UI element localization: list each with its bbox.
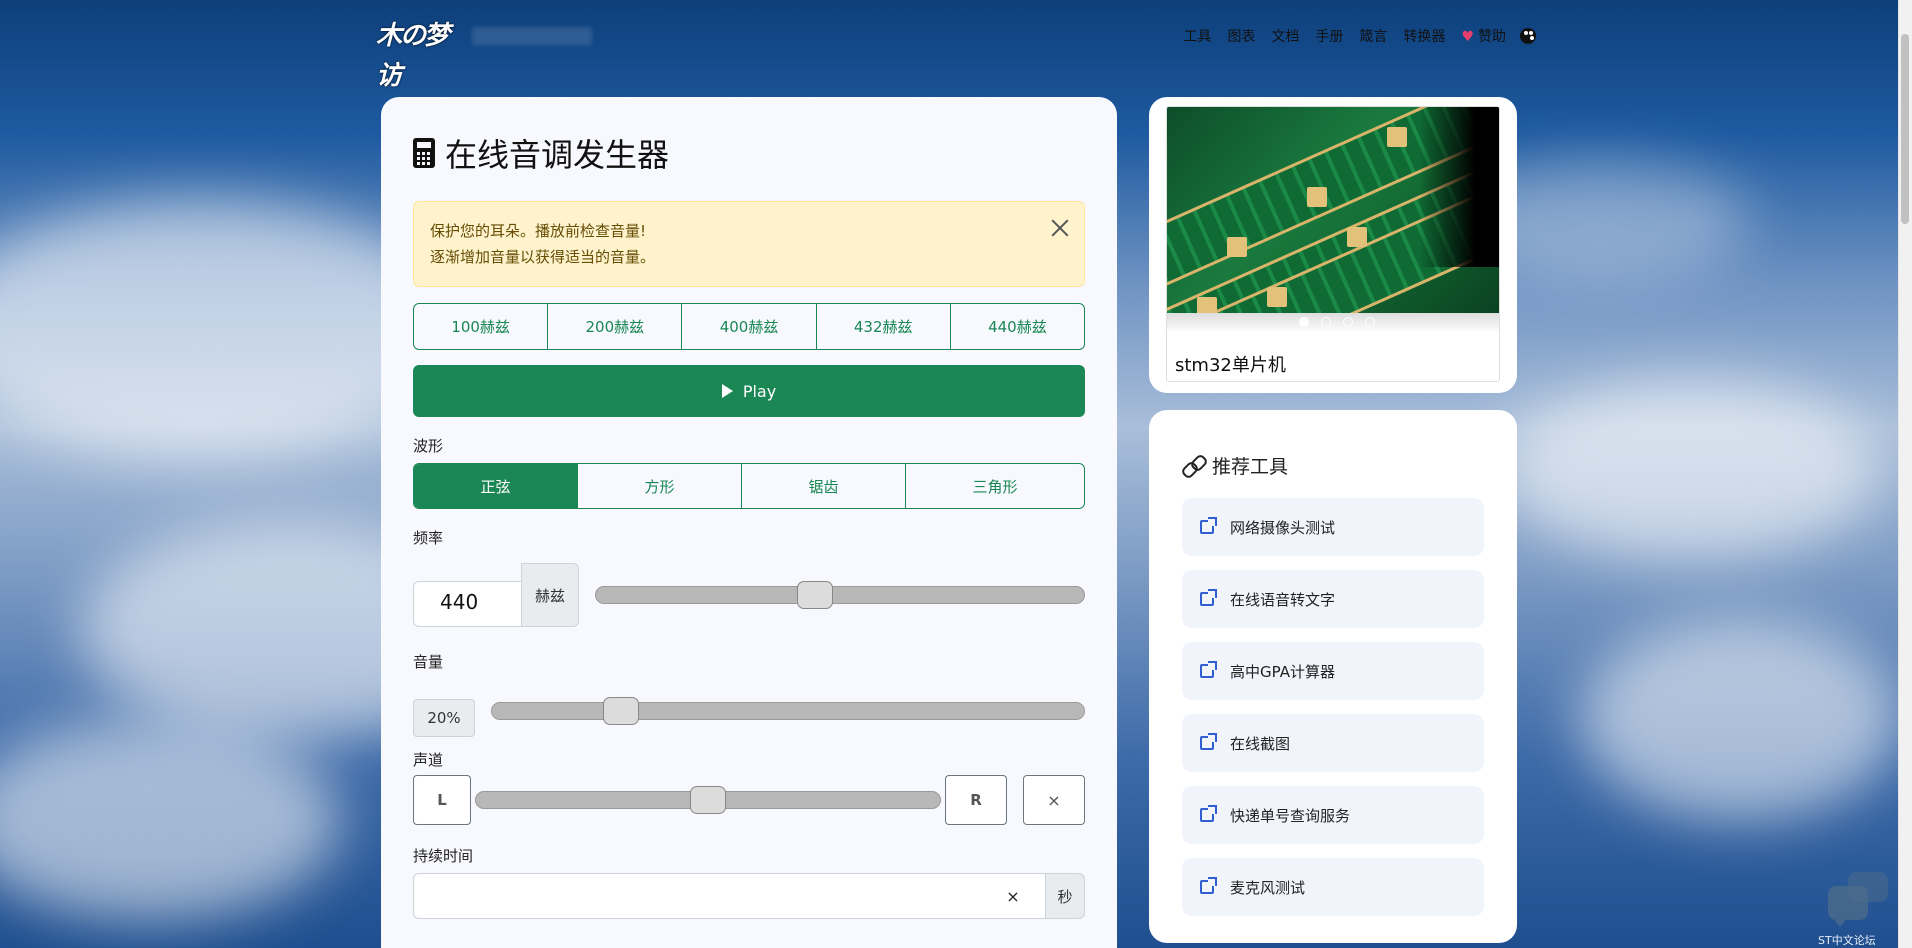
link-icon (1182, 454, 1204, 476)
page-scrollbar[interactable] (1898, 0, 1912, 948)
nav-link-sponsor-label: 赞助 (1478, 29, 1506, 45)
carousel-dot-2[interactable] (1321, 317, 1331, 327)
waveform-triangle-button[interactable]: 三角形 (906, 464, 1084, 508)
waveform-square-button[interactable]: 方形 (578, 464, 742, 508)
alert-line-1: 保护您的耳朵。播放前检查音量! (430, 222, 647, 240)
play-icon (721, 384, 733, 398)
duration-label: 持续时间 (413, 847, 474, 865)
chat-icon (1828, 886, 1868, 927)
duration-unit: 秒 (1045, 873, 1085, 919)
tool-item-label: 快递单号查询服务 (1230, 806, 1351, 825)
frequency-row: 440 赫兹 (413, 563, 1085, 627)
nav-link-tools[interactable]: 工具 (1175, 26, 1219, 46)
ad-carousel[interactable]: stm32单片机 (1166, 106, 1500, 382)
carousel-dot-4[interactable] (1365, 317, 1375, 327)
carousel-dot-1[interactable] (1299, 317, 1309, 327)
page-title: 在线音调发生器 (413, 131, 1085, 175)
recommended-tools-card: 推荐工具 网络摄像头测试 在线语音转文字 高中GPA计算器 在线截图 快递单号查… (1149, 410, 1517, 943)
nav-link-sponsor[interactable]: ♥ 赞助 (1453, 26, 1514, 46)
alert-line-2: 逐渐增加音量以获得适当的音量。 (430, 248, 656, 266)
tools-heading: 推荐工具 (1182, 446, 1484, 484)
volume-value-badge: 20% (413, 699, 475, 737)
chat-widget-label: ST中文论坛 (1818, 934, 1876, 947)
channel-label: 声道 (413, 751, 444, 769)
frequency-preset-group: 100赫兹 200赫兹 400赫兹 432赫兹 440赫兹 (413, 303, 1085, 350)
preset-400hz-button[interactable]: 400赫兹 (682, 304, 817, 349)
carousel-dot-3[interactable] (1343, 317, 1353, 327)
volume-label: 音量 (413, 653, 444, 671)
volume-row: 20% (413, 687, 1085, 737)
nav-link-charts[interactable]: 图表 (1219, 26, 1263, 46)
scrollbar-thumb[interactable] (1901, 34, 1909, 224)
volume-warning-alert: 保护您的耳朵。播放前检查音量! 逐渐增加音量以获得适当的音量。 (413, 201, 1085, 287)
tool-item-label: 在线语音转文字 (1230, 590, 1336, 609)
frequency-slider[interactable] (595, 581, 1085, 609)
tool-item-label: 网络摄像头测试 (1230, 518, 1336, 537)
volume-slider-thumb[interactable] (603, 697, 640, 725)
calculator-icon (413, 138, 435, 168)
waveform-sine-button[interactable]: 正弦 (414, 464, 578, 508)
logo-mark: 木の梦访 (376, 21, 450, 91)
duration-row: × 秒 (413, 873, 1085, 919)
external-link-icon (1200, 877, 1217, 894)
tool-item-gpa-calculator[interactable]: 高中GPA计算器 (1182, 642, 1484, 700)
tool-item-webcam-test[interactable]: 网络摄像头测试 (1182, 498, 1484, 556)
preset-100hz-button[interactable]: 100赫兹 (414, 304, 549, 349)
external-link-icon (1200, 589, 1217, 606)
carousel-indicators (1167, 317, 1499, 327)
tool-item-label: 麦克风测试 (1230, 878, 1306, 897)
preset-432hz-button[interactable]: 432赫兹 (817, 304, 951, 349)
frequency-unit: 赫兹 (521, 563, 579, 627)
ad-title[interactable]: stm32单片机 (1167, 333, 1499, 381)
tool-item-label: 高中GPA计算器 (1230, 662, 1335, 681)
channel-right-button[interactable]: R (945, 775, 1007, 825)
external-link-icon (1200, 661, 1217, 678)
external-link-icon (1200, 805, 1217, 822)
frequency-label: 频率 (413, 529, 444, 547)
tools-heading-text: 推荐工具 (1212, 455, 1289, 478)
waveform-group: 正弦 方形 锯齿 三角形 (413, 463, 1085, 509)
frequency-input[interactable]: 440 (413, 581, 521, 627)
tool-item-package-tracking[interactable]: 快递单号查询服务 (1182, 786, 1484, 844)
page-title-text: 在线音调发生器 (445, 136, 670, 174)
nav-link-manual[interactable]: 手册 (1307, 26, 1351, 46)
nav-link-converter[interactable]: 转换器 (1395, 26, 1453, 46)
external-link-icon (1200, 517, 1217, 534)
top-navbar: 木の梦访 工具 图表 文档 手册 箴言 转换器 ♥ 赞助 (376, 14, 1536, 91)
play-button[interactable]: Play (413, 365, 1085, 417)
site-logo[interactable]: 木の梦访 (376, 16, 592, 91)
preset-440hz-button[interactable]: 440赫兹 (951, 304, 1084, 349)
tone-generator-card: 在线音调发生器 保护您的耳朵。播放前检查音量! 逐渐增加音量以获得适当的音量。 … (381, 97, 1117, 948)
tool-item-label: 在线截图 (1230, 734, 1291, 753)
pcb-image (1167, 107, 1499, 333)
nav-link-docs[interactable]: 文档 (1263, 26, 1307, 46)
duration-clear-button[interactable]: × (981, 873, 1045, 919)
volume-slider[interactable] (491, 697, 1085, 725)
frequency-slider-thumb[interactable] (797, 581, 834, 609)
channel-slider[interactable] (475, 786, 941, 814)
nav-links: 工具 图表 文档 手册 箴言 转换器 ♥ 赞助 (1175, 26, 1536, 46)
waveform-label: 波形 (413, 437, 444, 455)
duration-input[interactable] (413, 873, 981, 919)
tool-item-speech-to-text[interactable]: 在线语音转文字 (1182, 570, 1484, 628)
waveform-sawtooth-button[interactable]: 锯齿 (742, 464, 906, 508)
channel-slider-thumb[interactable] (690, 786, 726, 814)
preset-200hz-button[interactable]: 200赫兹 (548, 304, 683, 349)
close-icon[interactable] (1050, 218, 1070, 238)
channel-row: L R × (413, 775, 1085, 825)
forum-chat-widget[interactable]: ST中文论坛 (1818, 872, 1892, 948)
tool-item-mic-test[interactable]: 麦克风测试 (1182, 858, 1484, 916)
logo-tagline-blurred (472, 27, 592, 45)
nav-link-quotes[interactable]: 箴言 (1351, 26, 1395, 46)
channel-reset-button[interactable]: × (1023, 775, 1085, 825)
ad-carousel-card: stm32单片机 (1149, 97, 1517, 393)
play-button-label: Play (742, 381, 777, 401)
external-link-icon (1200, 733, 1217, 750)
palette-icon[interactable] (1520, 28, 1536, 44)
heart-icon: ♥ (1461, 29, 1474, 45)
tool-item-screenshot[interactable]: 在线截图 (1182, 714, 1484, 772)
channel-left-button[interactable]: L (413, 775, 471, 825)
